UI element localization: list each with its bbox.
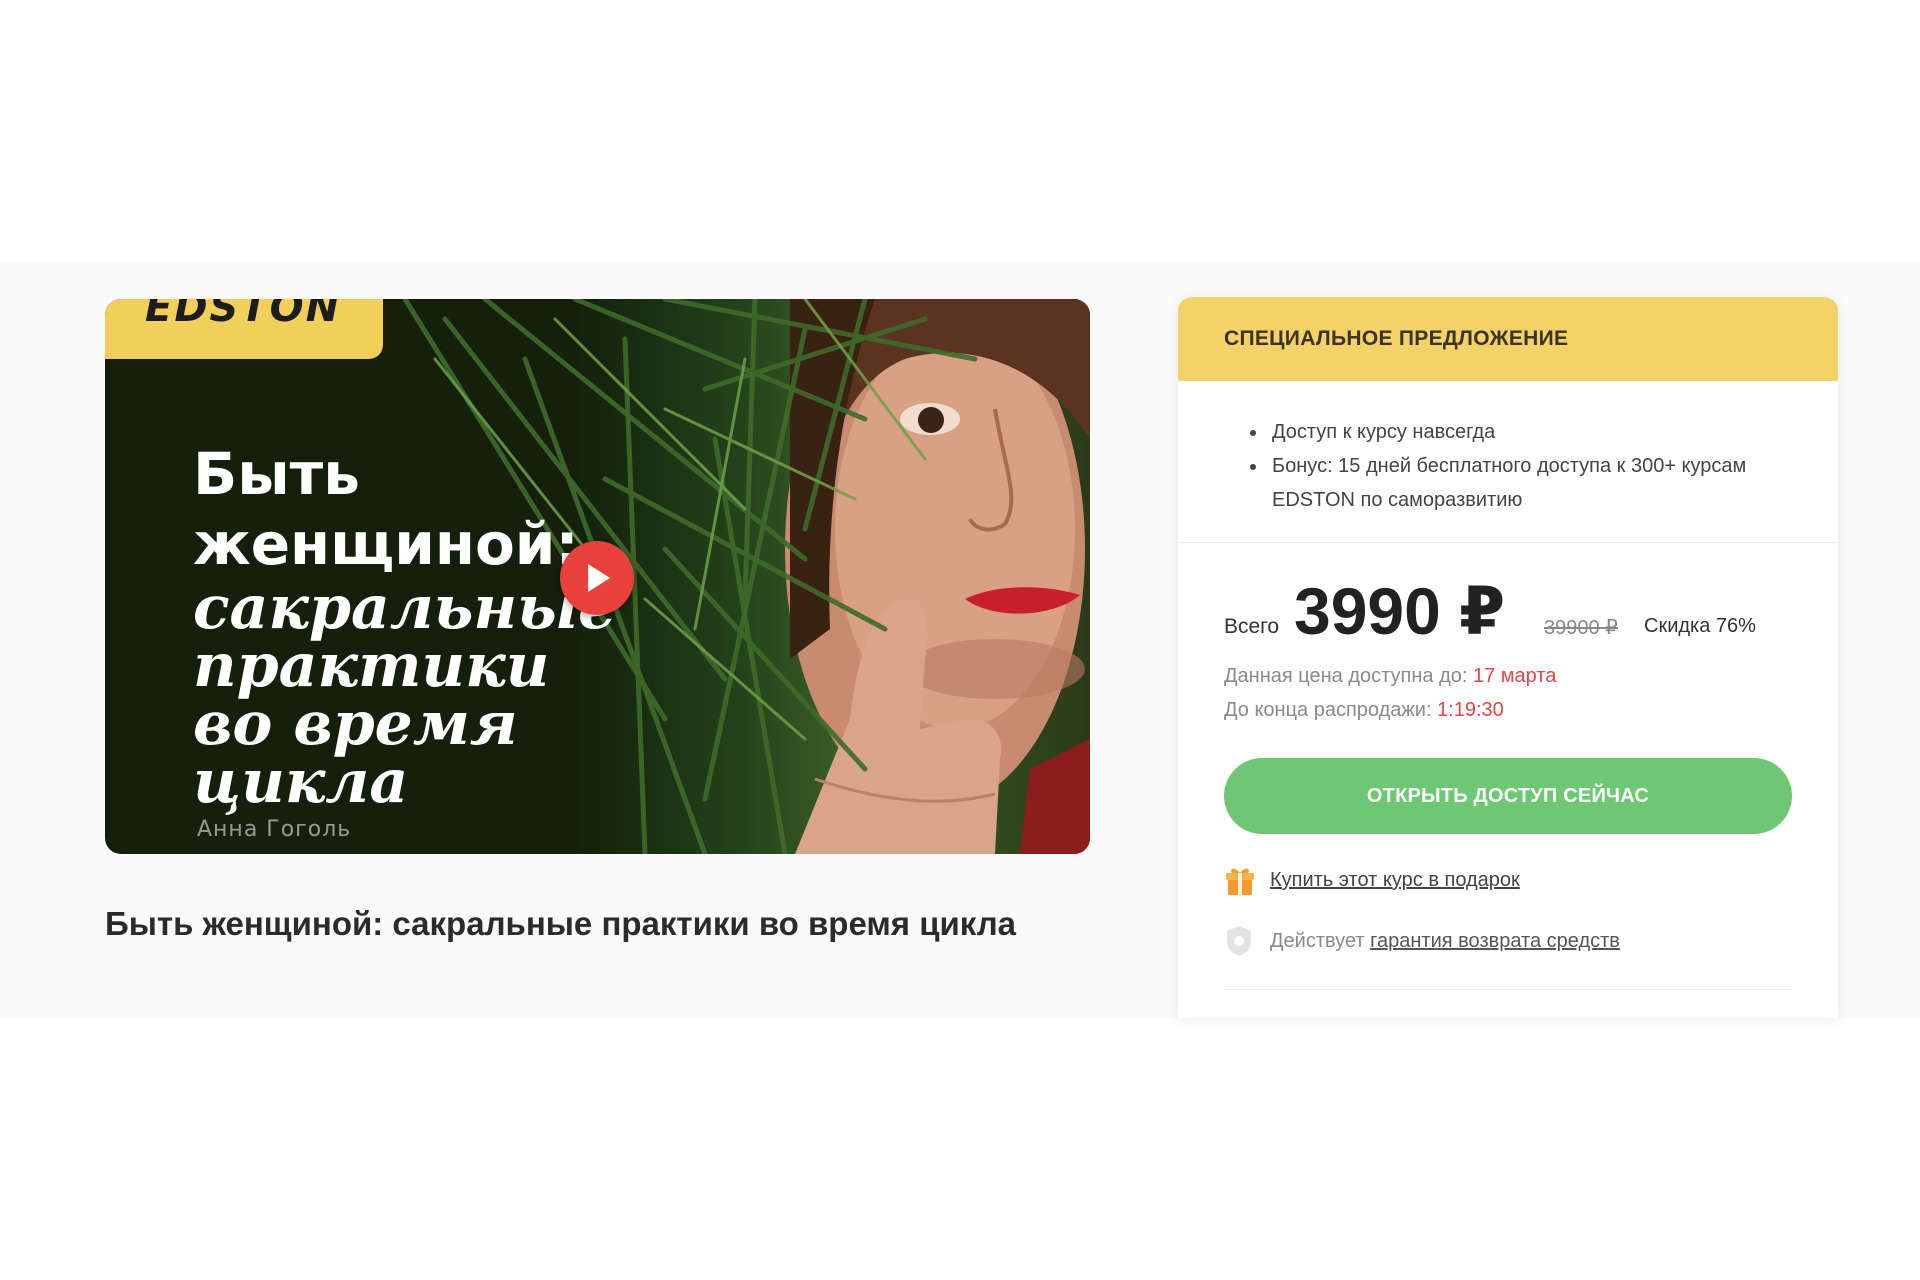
- course-video-preview[interactable]: EDSTON Быть женщиной: сакральные практик…: [105, 299, 1090, 854]
- sale-end-timer: 1:19:30: [1437, 699, 1504, 721]
- benefit-item: Бонус: 15 дней бесплатного доступа к 300…: [1268, 449, 1788, 517]
- sale-end-label: До конца распродажи:: [1224, 699, 1432, 721]
- guarantee-text: Действует гарантия возврата средств: [1270, 930, 1620, 953]
- open-access-button[interactable]: ОТКРЫТЬ ДОСТУП СЕЙЧАС: [1224, 758, 1792, 834]
- guarantee-row: Действует гарантия возврата средств: [1224, 924, 1784, 958]
- benefits-list: Доступ к курсу навсегда Бонус: 15 дней б…: [1246, 415, 1788, 517]
- offer-card: СПЕЦИАЛЬНОЕ ПРЕДЛОЖЕНИЕ Доступ к курсу н…: [1178, 297, 1838, 1018]
- guarantee-link[interactable]: гарантия возврата средств: [1370, 930, 1620, 952]
- guarantee-prefix: Действует: [1270, 930, 1365, 952]
- availability-label: Данная цена доступна до:: [1224, 665, 1468, 687]
- play-icon: [588, 564, 610, 592]
- availability-date: 17 марта: [1473, 665, 1557, 687]
- divider: [1178, 542, 1838, 543]
- benefit-item: Доступ к курсу навсегда: [1268, 415, 1788, 449]
- cover-author: Анна Гоголь: [197, 817, 352, 842]
- play-button[interactable]: [560, 541, 634, 615]
- offer-header: СПЕЦИАЛЬНОЕ ПРЕДЛОЖЕНИЕ: [1178, 297, 1838, 381]
- discount-label: Скидка 76%: [1644, 615, 1756, 637]
- gift-purchase-link[interactable]: Купить этот курс в подарок: [1270, 869, 1520, 892]
- gift-row: Купить этот курс в подарок: [1224, 865, 1784, 897]
- brand-logo: EDSTON: [145, 299, 342, 331]
- old-price: 39900 ₽: [1544, 617, 1618, 639]
- shield-icon: [1227, 926, 1251, 956]
- offer-header-label: СПЕЦИАЛЬНОЕ ПРЕДЛОЖЕНИЕ: [1224, 327, 1569, 350]
- price-availability: Данная цена доступна до: 17 марта: [1224, 665, 1556, 688]
- total-label: Всего: [1224, 615, 1280, 638]
- sale-countdown: До конца распродажи: 1:19:30: [1224, 699, 1504, 722]
- current-price: 3990 ₽: [1294, 574, 1506, 648]
- gift-icon: [1226, 868, 1254, 895]
- brand-tab: EDSTON: [105, 299, 383, 359]
- course-title: Быть женщиной: сакральные практики во вр…: [105, 905, 1017, 942]
- divider: [1224, 989, 1792, 990]
- price-row: Всего 3990 ₽ 39900 ₽ Скидка 76%: [1224, 573, 1814, 653]
